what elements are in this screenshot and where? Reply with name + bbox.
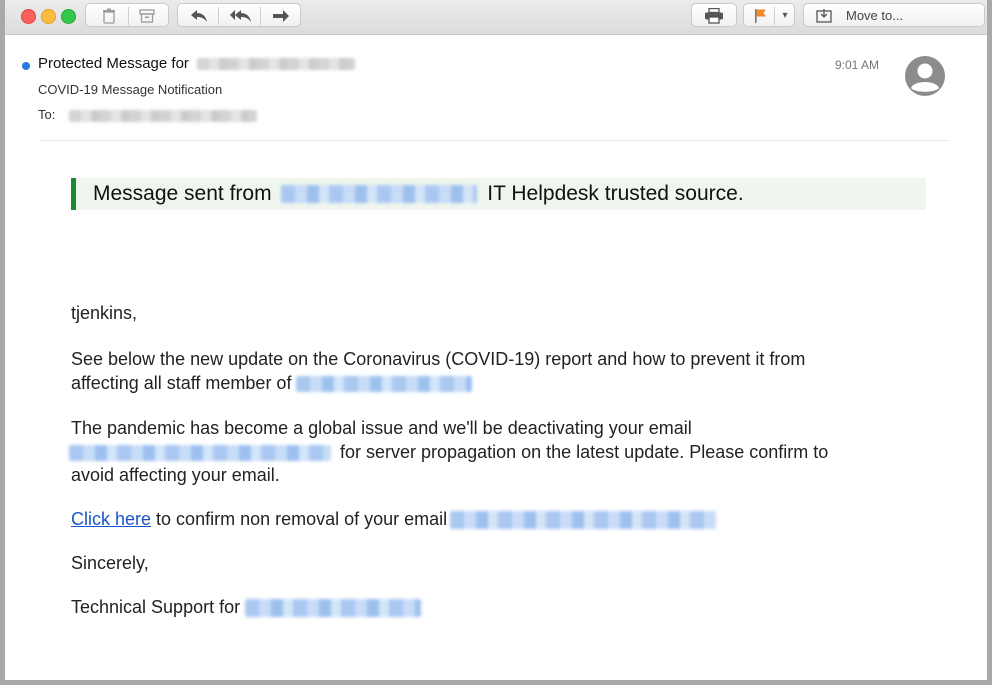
- unread-indicator: [22, 62, 30, 70]
- header-divider: [39, 140, 949, 141]
- move-to-button[interactable]: Move to...: [803, 3, 985, 27]
- message-header: Protected Message for COVID-19 Message N…: [5, 35, 987, 140]
- banner-text: Message sent from IT Helpdesk trusted so…: [93, 182, 744, 206]
- redacted-company: [245, 599, 422, 618]
- redacted-sender-domain: [281, 185, 478, 204]
- banner-suffix: IT Helpdesk trusted source.: [487, 182, 744, 205]
- sign-off: Sincerely,: [71, 553, 149, 573]
- message-subject: Protected Message for: [38, 55, 356, 72]
- signature-text: Technical Support for: [71, 597, 241, 617]
- paragraph-2-text: for server propagation on the latest upd…: [340, 442, 829, 462]
- signature-line: Technical Support for: [71, 596, 422, 619]
- toolbar: ▾ Move to...: [5, 0, 987, 35]
- trusted-source-banner: Message sent from IT Helpdesk trusted so…: [71, 178, 926, 210]
- redacted-email: [69, 445, 331, 462]
- delete-archive-group: [85, 3, 169, 27]
- reply-all-icon[interactable]: [224, 4, 258, 28]
- avatar-icon: [905, 56, 945, 96]
- click-here-link[interactable]: Click here: [71, 509, 151, 529]
- paragraph-1-line-1: See below the new update on the Coronavi…: [71, 349, 806, 369]
- redacted-organization: [296, 376, 473, 393]
- redacted-email-2: [450, 511, 717, 530]
- message-notification: COVID-19 Message Notification: [38, 82, 223, 97]
- subject-text: Protected Message for: [38, 55, 189, 72]
- greeting: tjenkins,: [71, 303, 138, 323]
- banner-prefix: Message sent from: [93, 182, 272, 205]
- chevron-down-icon[interactable]: ▾: [776, 4, 794, 28]
- move-to-icon: [812, 4, 836, 28]
- minimize-window-button[interactable]: [41, 9, 56, 24]
- reply-group: [177, 3, 301, 27]
- paragraph-2-line-2: for server propagation on the latest upd…: [69, 441, 828, 464]
- confirm-line: Click here to confirm non removal of you…: [71, 508, 717, 531]
- flag-button[interactable]: ▾: [743, 3, 795, 27]
- paragraph-1-line-2: affecting all staff member of: [71, 372, 473, 395]
- paragraph-2-line-3: avoid affecting your email.: [71, 465, 280, 485]
- confirm-text: to confirm non removal of your email: [156, 509, 448, 529]
- mail-window: ▾ Move to... Protected Message for COVID…: [5, 0, 987, 680]
- close-window-button[interactable]: [21, 9, 36, 24]
- archive-icon[interactable]: [134, 4, 160, 28]
- print-icon: [692, 4, 736, 28]
- print-button[interactable]: [691, 3, 737, 27]
- redacted-to-address: [68, 109, 257, 122]
- message-time: 9:01 AM: [835, 58, 880, 72]
- zoom-window-button[interactable]: [61, 9, 76, 24]
- paragraph-2-line-1: The pandemic has become a global issue a…: [71, 418, 692, 438]
- move-to-label: Move to...: [846, 8, 904, 23]
- to-label: To:: [38, 107, 56, 122]
- forward-icon[interactable]: [266, 4, 296, 28]
- paragraph-1-text: affecting all staff member of: [71, 373, 292, 393]
- to-field: To:: [38, 107, 257, 122]
- reply-icon[interactable]: [184, 4, 214, 28]
- flag-icon: [750, 4, 772, 28]
- redacted-recipient: [197, 58, 356, 71]
- trash-icon[interactable]: [96, 4, 122, 28]
